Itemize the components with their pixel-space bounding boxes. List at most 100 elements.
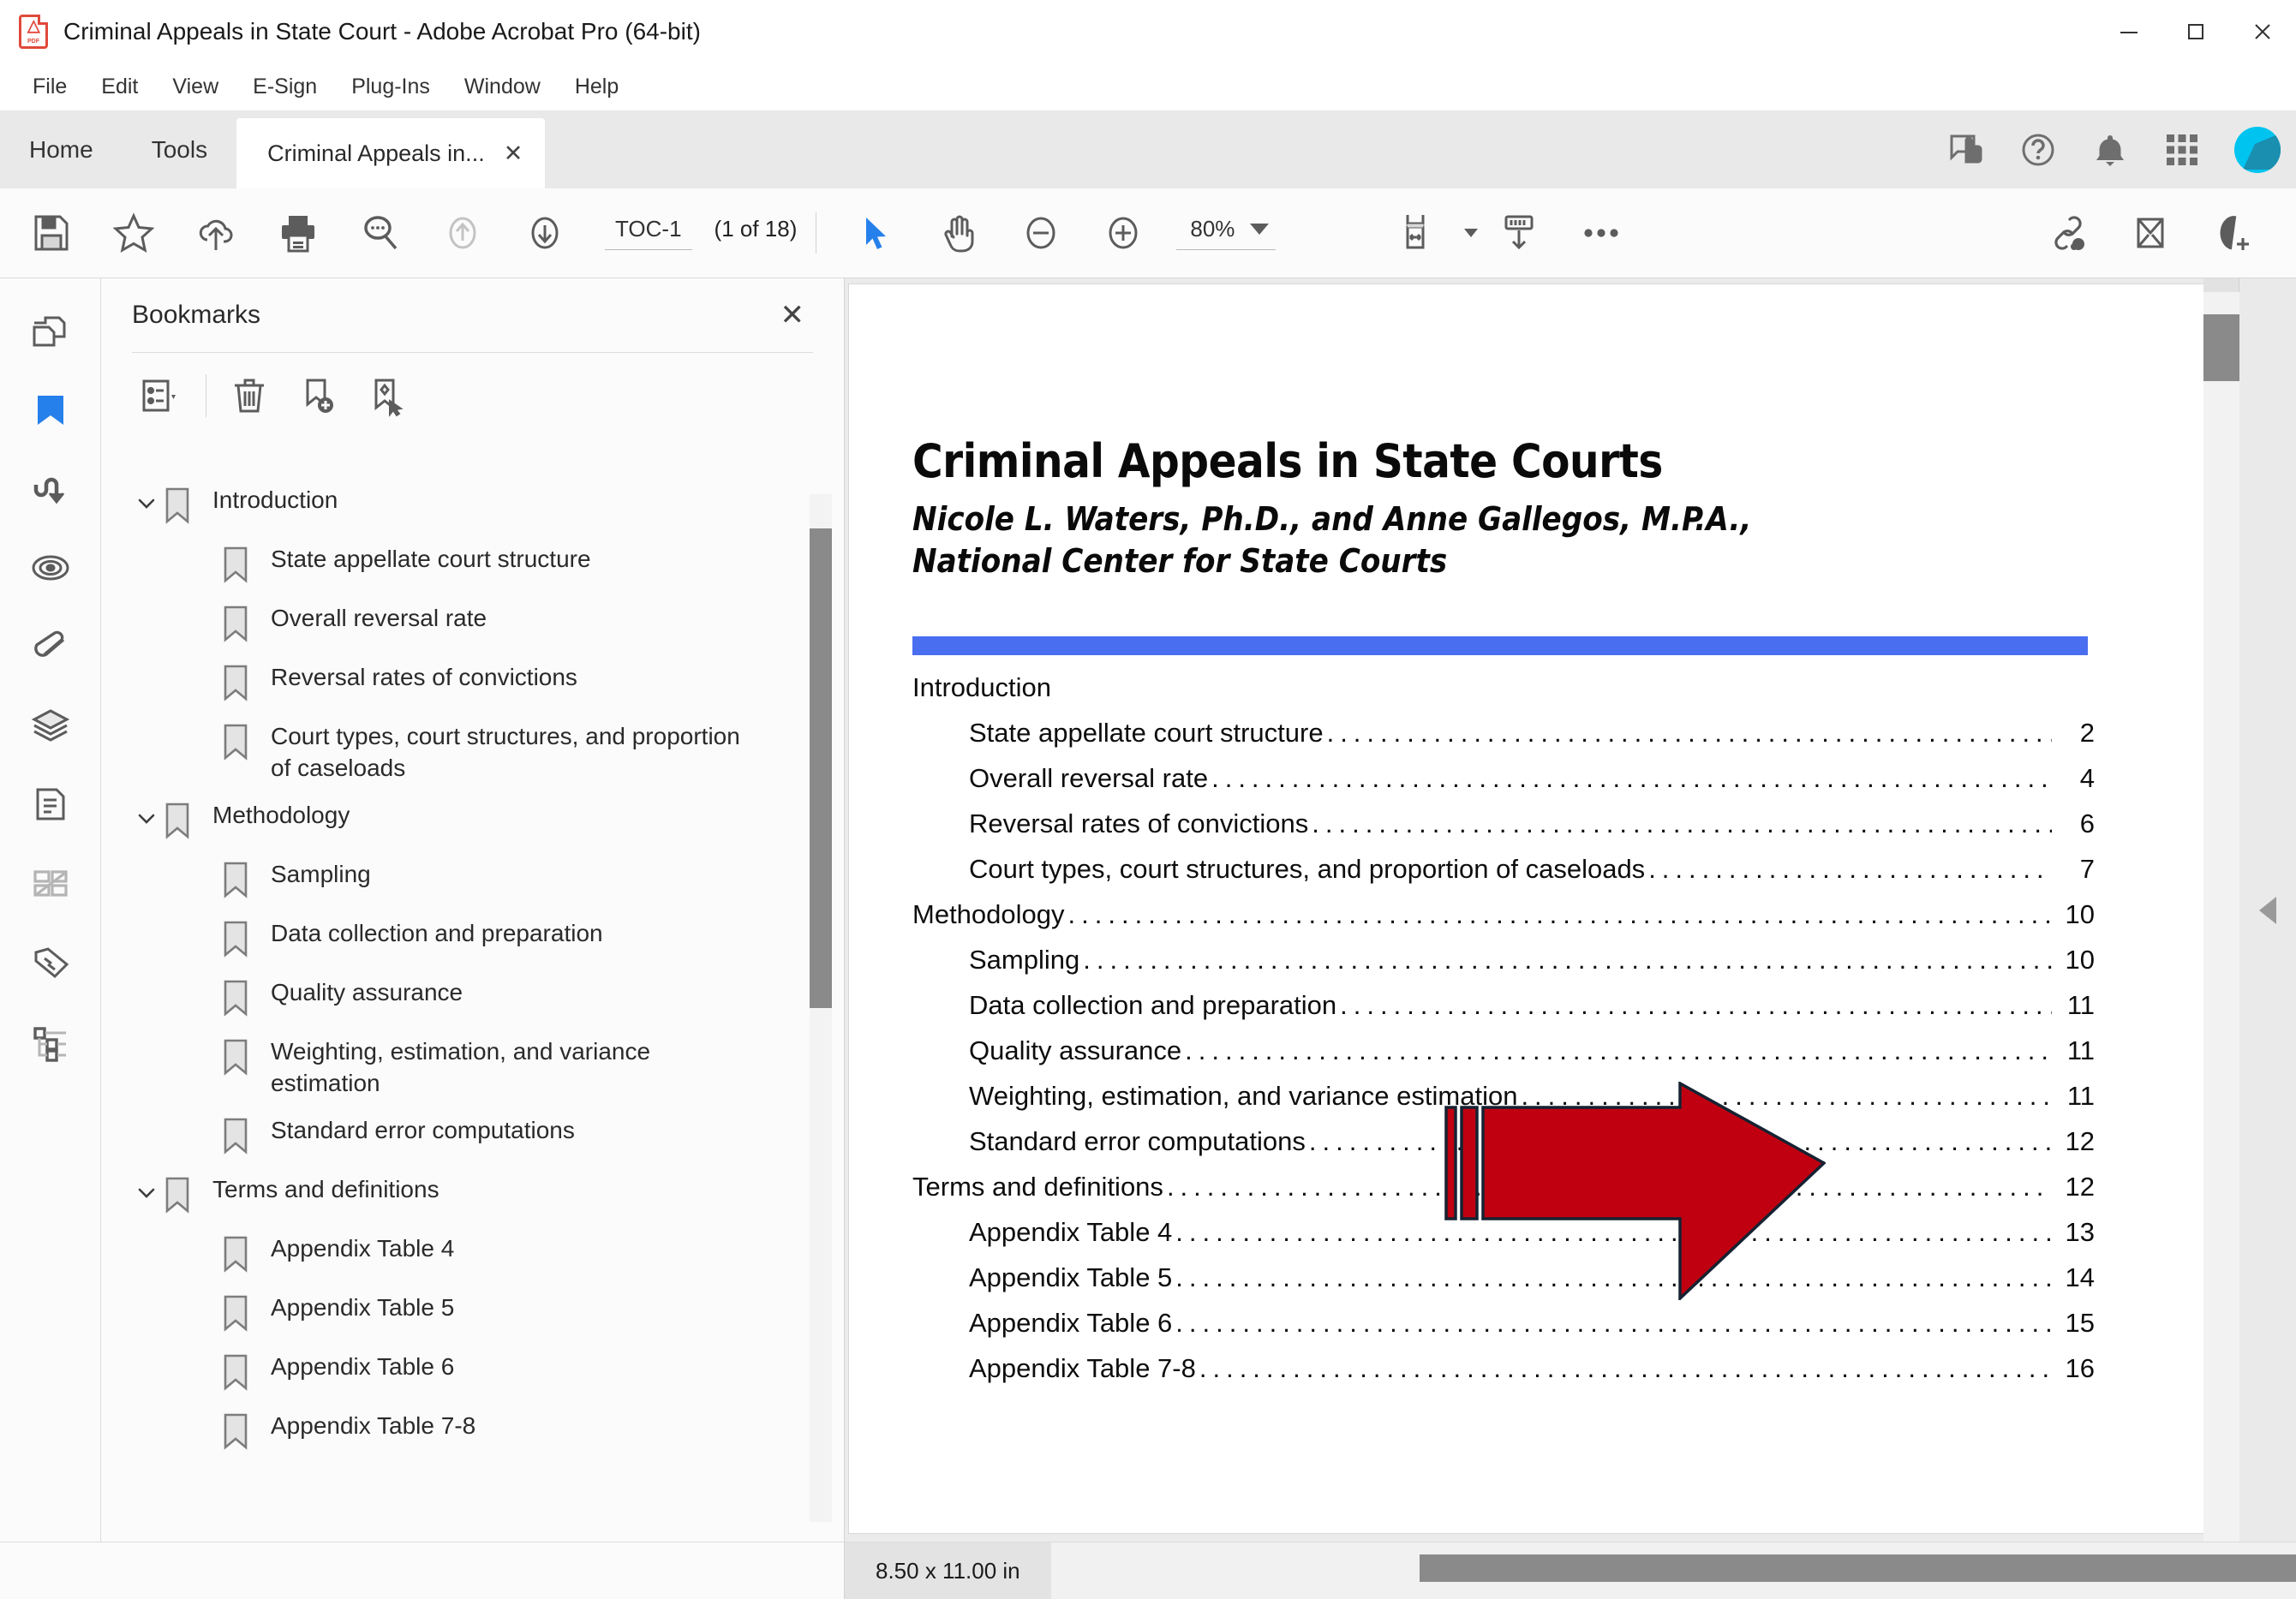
print-icon[interactable] bbox=[275, 210, 321, 256]
scrollbar-thumb[interactable] bbox=[810, 528, 832, 1008]
chevron-down-icon[interactable] bbox=[130, 802, 163, 836]
previous-page-icon[interactable] bbox=[439, 210, 486, 256]
bookmark-item[interactable]: Reversal rates of convictions bbox=[101, 654, 845, 713]
select-cursor-icon[interactable] bbox=[853, 210, 900, 256]
bookmark-item[interactable]: Appendix Table 5 bbox=[101, 1285, 845, 1344]
chevron-down-icon[interactable] bbox=[1464, 229, 1479, 237]
zoom-level-select[interactable]: 80% bbox=[1176, 216, 1277, 250]
toc-page-number: 12 bbox=[2065, 1126, 2095, 1156]
bookmark-icon bbox=[221, 1235, 255, 1277]
bookmark-item[interactable]: State appellate court structure bbox=[101, 536, 845, 595]
toc-entry[interactable]: Sampling................................… bbox=[912, 946, 2095, 992]
set-bookmark-destination-icon[interactable] bbox=[359, 368, 414, 423]
page-thumbnails-icon[interactable] bbox=[16, 297, 85, 366]
bookmark-item[interactable]: Court types, court structures, and propo… bbox=[101, 713, 845, 792]
bookmark-item[interactable]: Methodology bbox=[101, 792, 845, 851]
share-link-icon[interactable] bbox=[2045, 210, 2091, 256]
bookmark-item[interactable]: Overall reversal rate bbox=[101, 595, 845, 654]
avatar[interactable] bbox=[2234, 127, 2281, 173]
collapse-right-pane-button[interactable] bbox=[2239, 278, 2296, 1542]
hand-tool-icon[interactable] bbox=[936, 210, 982, 256]
bookmarks-scrollbar[interactable] bbox=[810, 494, 832, 1522]
page-number-input[interactable]: TOC-1 bbox=[605, 216, 692, 250]
bookmark-item-label: Appendix Table 5 bbox=[271, 1293, 455, 1321]
help-icon[interactable] bbox=[2018, 130, 2058, 170]
toc-entry[interactable]: Reversal rates of convictions...........… bbox=[912, 810, 2095, 856]
menu-edit[interactable]: Edit bbox=[84, 71, 155, 103]
menu-view[interactable]: View bbox=[155, 71, 236, 103]
save-icon[interactable] bbox=[28, 210, 75, 256]
menu-plugins[interactable]: Plug-Ins bbox=[334, 71, 447, 103]
bookmark-item[interactable]: Sampling bbox=[101, 851, 845, 910]
email-icon[interactable] bbox=[2127, 210, 2173, 256]
toc-page-number: 12 bbox=[2065, 1172, 2095, 1202]
tab-document[interactable]: Criminal Appeals in... ✕ bbox=[236, 118, 546, 188]
bookmark-item[interactable]: Terms and definitions bbox=[101, 1166, 845, 1226]
page-fit-icon[interactable] bbox=[1396, 210, 1443, 256]
scrollbar-thumb[interactable] bbox=[2203, 314, 2239, 381]
feedback-icon[interactable] bbox=[1946, 130, 1986, 170]
close-button[interactable] bbox=[2229, 0, 2296, 63]
menu-file[interactable]: File bbox=[15, 71, 84, 103]
tab-tools[interactable]: Tools bbox=[123, 111, 236, 188]
structure-tree-icon[interactable] bbox=[16, 1006, 85, 1075]
toc-entry[interactable]: Overall reversal rate...................… bbox=[912, 765, 2095, 810]
bookmark-item[interactable]: Appendix Table 7-8 bbox=[101, 1403, 845, 1462]
cloud-upload-icon[interactable] bbox=[193, 210, 239, 256]
star-favorite-icon[interactable] bbox=[111, 210, 157, 256]
toc-entry[interactable]: Terms and definitions...................… bbox=[912, 1173, 2095, 1219]
bookmark-item[interactable]: Standard error computations bbox=[101, 1107, 845, 1166]
add-user-icon[interactable] bbox=[2209, 210, 2256, 256]
next-page-icon[interactable] bbox=[522, 210, 568, 256]
bookmark-options-icon[interactable] bbox=[132, 368, 187, 423]
minimize-button[interactable] bbox=[2096, 0, 2162, 63]
document-scrollbar[interactable] bbox=[2203, 278, 2239, 1542]
attachments-icon[interactable] bbox=[16, 612, 85, 681]
maximize-button[interactable] bbox=[2162, 0, 2229, 63]
bookmark-item[interactable]: Appendix Table 4 bbox=[101, 1226, 845, 1285]
links-navigation-icon[interactable] bbox=[16, 455, 85, 523]
toc-entry[interactable]: Data collection and preparation.........… bbox=[912, 992, 2095, 1037]
toc-entry[interactable]: Appendix Table 7-8......................… bbox=[912, 1355, 2095, 1400]
search-icon[interactable] bbox=[357, 210, 404, 256]
menu-esign[interactable]: E-Sign bbox=[236, 71, 334, 103]
more-options-icon[interactable] bbox=[1578, 210, 1624, 256]
layers-icon[interactable] bbox=[16, 691, 85, 760]
bookmark-item[interactable]: Data collection and preparation bbox=[101, 910, 845, 970]
stamps-tags-icon[interactable] bbox=[16, 928, 85, 996]
bookmark-item[interactable]: Quality assurance bbox=[101, 970, 845, 1029]
toc-entry[interactable]: Quality assurance.......................… bbox=[912, 1037, 2095, 1083]
close-icon[interactable]: ✕ bbox=[780, 301, 805, 330]
menu-window[interactable]: Window bbox=[447, 71, 558, 103]
toc-entry[interactable]: Appendix Table 6........................… bbox=[912, 1310, 2095, 1355]
scroll-mode-icon[interactable] bbox=[1496, 210, 1542, 256]
horizontal-scrollbar[interactable] bbox=[1050, 1542, 2296, 1599]
destinations-icon[interactable] bbox=[16, 534, 85, 602]
app-grid-icon[interactable] bbox=[2162, 130, 2202, 170]
delete-bookmark-icon[interactable] bbox=[222, 368, 277, 423]
scrollbar-thumb[interactable] bbox=[1419, 1554, 2296, 1582]
bookmark-item[interactable]: Introduction bbox=[101, 477, 845, 536]
bookmarks-icon[interactable] bbox=[16, 376, 85, 444]
new-bookmark-icon[interactable] bbox=[290, 368, 345, 423]
toc-entry[interactable]: State appellate court structure.........… bbox=[912, 719, 2095, 765]
tab-home[interactable]: Home bbox=[0, 111, 123, 188]
accessibility-tags-icon[interactable] bbox=[16, 849, 85, 917]
toc-entry[interactable]: Standard error computations.............… bbox=[912, 1128, 2095, 1173]
bookmark-item[interactable]: Appendix Table 6 bbox=[101, 1344, 845, 1403]
chevron-down-icon[interactable] bbox=[130, 1176, 163, 1210]
toc-entry[interactable]: Court types, court structures, and propo… bbox=[912, 856, 2095, 901]
toc-entry[interactable]: Appendix Table 5........................… bbox=[912, 1264, 2095, 1310]
zoom-out-icon[interactable] bbox=[1018, 210, 1064, 256]
zoom-in-icon[interactable] bbox=[1100, 210, 1146, 256]
content-icon[interactable] bbox=[16, 770, 85, 838]
chevron-down-icon[interactable] bbox=[130, 486, 163, 521]
toc-entry[interactable]: Appendix Table 4........................… bbox=[912, 1219, 2095, 1264]
toc-entry[interactable]: Weighting, estimation, and variance esti… bbox=[912, 1083, 2095, 1128]
notifications-bell-icon[interactable] bbox=[2090, 130, 2130, 170]
toc-entry[interactable]: Introduction bbox=[912, 674, 2095, 719]
toc-entry[interactable]: Methodology.............................… bbox=[912, 901, 2095, 946]
bookmark-item[interactable]: Weighting, estimation, and variance esti… bbox=[101, 1029, 845, 1107]
menu-help[interactable]: Help bbox=[558, 71, 636, 103]
close-icon[interactable]: ✕ bbox=[504, 141, 523, 165]
